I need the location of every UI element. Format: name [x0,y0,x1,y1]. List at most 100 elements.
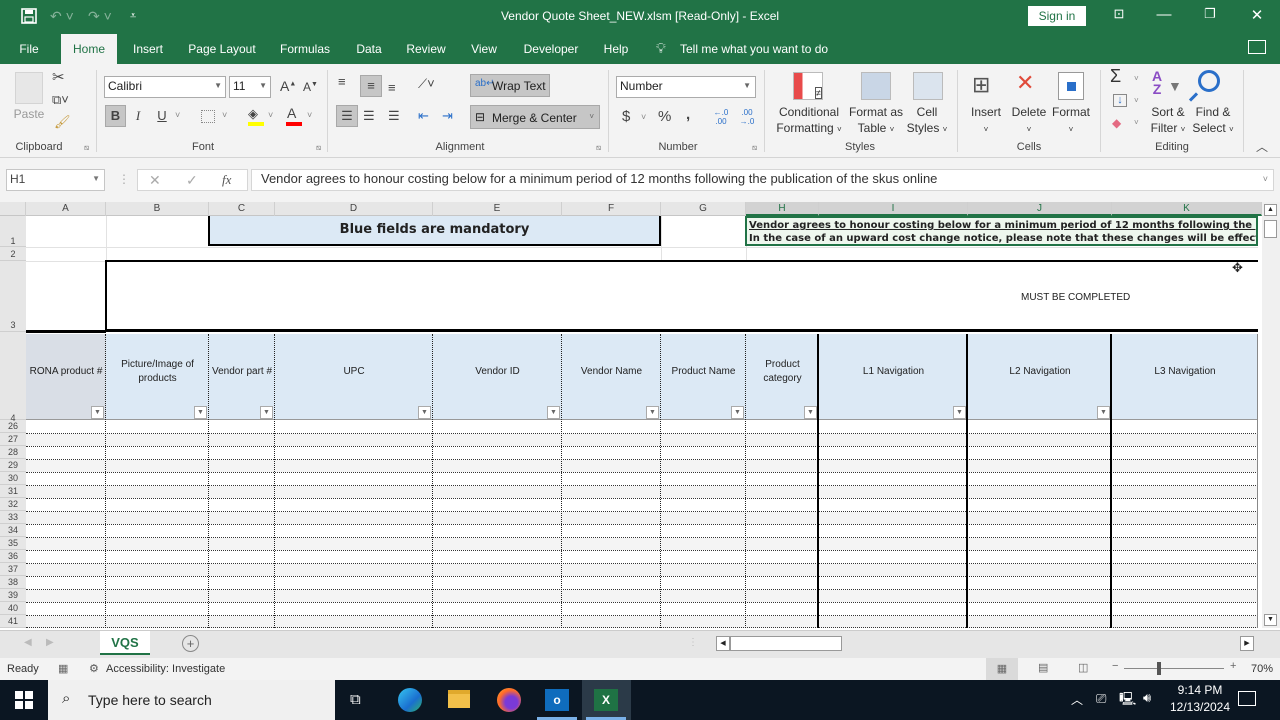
row-header[interactable]: 37 [0,563,26,576]
row-header[interactable]: 41 [0,615,26,628]
clock-time[interactable]: 9:14 PM [1166,683,1234,697]
filter-dropdown-icon[interactable]: ▼ [804,406,817,419]
top-align-icon[interactable]: ≡ [338,74,346,89]
sheet-tab-vqs[interactable]: VQS [100,631,150,655]
normal-view-icon[interactable]: ▦ [986,658,1018,680]
column-header-d[interactable]: D [275,202,433,216]
dialog-launcher-icon[interactable]: ⧅ [316,143,321,153]
find-select-icon[interactable] [1198,70,1220,92]
format-painter-icon[interactable]: 🖌︎ [54,114,71,130]
scroll-left-icon[interactable]: ◀ [716,636,730,651]
restore-button[interactable]: ❐ [1195,6,1225,22]
wrap-text-button[interactable]: ab↵ Wrap Text [470,74,550,97]
clear-icon[interactable]: ◆ [1112,116,1121,130]
formula-input[interactable]: Vendor agrees to honour costing below fo… [251,169,1274,191]
notifications-icon[interactable] [1238,691,1256,706]
number-format-dropdown[interactable]: Number ▼ [616,76,756,98]
meet-now-icon[interactable]: ⎚ [1096,691,1106,707]
task-view-icon[interactable]: ⧉ [350,691,361,708]
page-break-view-icon[interactable]: ◫ [1078,661,1088,674]
format-as-table-button[interactable]: Format as Table ˅ [846,104,906,138]
tab-insert[interactable]: Insert [124,34,172,64]
row-header[interactable]: 39 [0,589,26,602]
column-header-g[interactable]: G [661,202,746,216]
windows-start-icon[interactable] [15,691,33,709]
volume-icon[interactable]: 🔊︎ [1143,690,1151,706]
align-right-icon[interactable]: ☰ [388,108,400,124]
font-name-dropdown[interactable]: Calibri ▼ [104,76,226,98]
tab-data[interactable]: Data [348,34,390,64]
row-header[interactable]: 31 [0,485,26,498]
paste-icon[interactable] [15,72,43,104]
vertical-scroll-thumb[interactable] [1264,220,1277,238]
filter-dropdown-icon[interactable]: ▼ [547,406,560,419]
comments-icon[interactable] [1248,40,1266,54]
borders-icon[interactable] [201,110,215,123]
row-header[interactable]: 35 [0,537,26,550]
firefox-icon[interactable] [497,688,521,712]
comma-button[interactable]: , [686,106,690,123]
middle-align-icon[interactable]: ≡ [360,75,382,97]
zoom-in-button[interactable]: + [1230,660,1236,672]
tab-developer[interactable]: Developer [516,34,586,64]
name-box[interactable]: H1 ▼ [6,169,105,191]
insert-cells-icon[interactable]: ⊞ [972,72,990,98]
percent-button[interactable]: % [658,108,671,125]
format-as-table-icon[interactable] [861,72,891,100]
font-color-icon[interactable]: A [287,105,296,121]
column-header-b[interactable]: B [106,202,209,216]
horizontal-scroll-thumb[interactable] [730,636,842,651]
show-hidden-icons[interactable]: ︿ [1071,691,1083,708]
header-cell-f[interactable]: Vendor Name ▼ [562,334,661,420]
insert-button[interactable]: Insert ˅ [964,104,1008,138]
zoom-slider-handle[interactable] [1157,662,1161,675]
increase-font-icon[interactable]: A▲ [280,78,296,94]
must-complete-box[interactable]: MUST BE COMPLETED [105,260,1258,332]
fill-icon[interactable]: ↓ [1113,94,1127,107]
row-header[interactable]: 26 [0,420,26,433]
cell-styles-icon[interactable] [913,72,943,100]
outlook-icon[interactable]: o [545,689,569,711]
tell-me-search[interactable]: Tell me what you want to do [680,34,840,64]
font-size-dropdown[interactable]: 11 ▼ [229,76,271,98]
network-icon[interactable]: 🖳︎ [1119,690,1136,712]
filter-dropdown-icon[interactable]: ▼ [260,406,273,419]
sort-filter-button[interactable]: Sort & Filter ˅ [1144,104,1192,138]
format-cells-icon[interactable] [1058,72,1084,100]
tab-splitter-handle[interactable]: ⋮ [688,637,698,648]
decrease-font-icon[interactable]: A▼ [303,80,318,94]
row-header[interactable]: 1 [0,216,26,247]
accessibility-status[interactable]: Accessibility: Investigate [106,663,225,675]
page-layout-view-icon[interactable]: ▤ [1038,661,1048,674]
header-cell-k[interactable]: L3 Navigation [1112,334,1258,420]
header-cell-e[interactable]: Vendor ID ▼ [433,334,562,420]
header-cell-h[interactable]: Product category ▼ [746,334,819,420]
filter-dropdown-icon[interactable]: ▼ [194,406,207,419]
confirm-entry-icon[interactable]: ✓ [186,172,198,189]
sign-in-button[interactable]: Sign in [1028,6,1086,26]
align-center-icon[interactable]: ☰ [363,108,375,124]
autosum-icon[interactable]: Σ [1110,66,1121,87]
fill-color-icon[interactable]: ◈ [248,106,258,122]
selected-cell-h1[interactable]: Vendor agrees to honour costing below fo… [745,216,1258,246]
row-header[interactable]: 28 [0,446,26,459]
row-header[interactable]: 4 [0,332,26,423]
row-header[interactable]: 32 [0,498,26,511]
header-cell-a[interactable]: RONA product # ▼ [26,334,106,420]
worksheet-grid[interactable]: Blue fields are mandatory Vendor agrees … [26,216,1258,628]
column-header-a[interactable]: A [26,202,106,216]
header-cell-i[interactable]: L1 Navigation ▼ [819,334,968,420]
delete-button[interactable]: Delete ˅ [1008,104,1050,138]
zoom-slider[interactable] [1124,668,1224,669]
column-header-c[interactable]: C [209,202,275,216]
currency-button[interactable]: $ [622,108,630,125]
vertical-scrollbar[interactable]: ▲ ▼ [1262,202,1280,628]
minimize-button[interactable]: — [1149,6,1179,23]
column-header-e[interactable]: E [433,202,562,216]
row-header[interactable]: 3 [0,261,26,332]
row-header[interactable]: 33 [0,511,26,524]
sort-filter-icon[interactable]: AZ [1152,69,1162,96]
merge-center-button[interactable]: ⊟ Merge & Center ˅ [470,105,600,129]
row-header[interactable]: 38 [0,576,26,589]
filter-dropdown-icon[interactable]: ▼ [418,406,431,419]
